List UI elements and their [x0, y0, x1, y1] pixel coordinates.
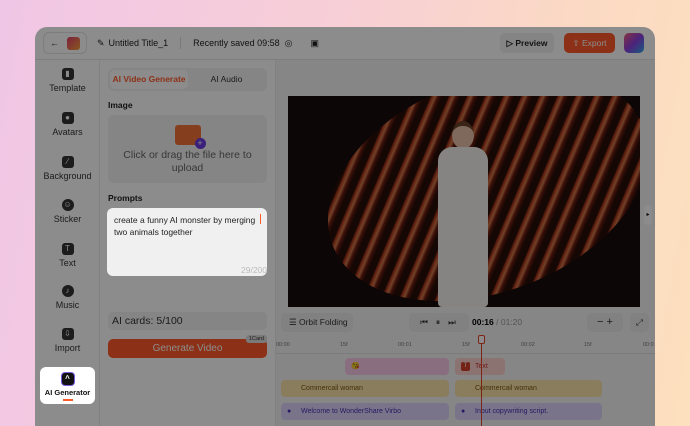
active-indicator	[62, 399, 73, 401]
text-cursor	[260, 214, 261, 224]
sidebar-label: AI Generator	[44, 388, 91, 397]
prompt-text: create a funny AI monster by merging two…	[114, 215, 256, 237]
char-count: 29/200	[241, 265, 267, 275]
ai-generator-icon: ^	[61, 373, 74, 385]
sidebar-item-ai-generator[interactable]: ^ AI Generator	[40, 367, 95, 404]
prompt-input[interactable]: create a funny AI monster by merging two…	[107, 208, 267, 276]
